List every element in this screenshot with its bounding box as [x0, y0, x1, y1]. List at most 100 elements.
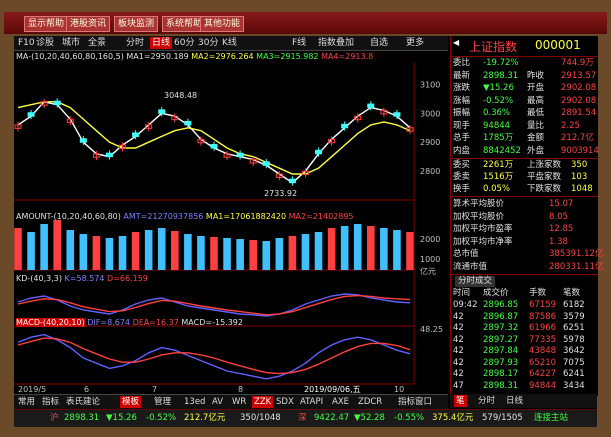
kd-legend-name: KD-(40,3,3) [16, 274, 62, 283]
sz-percent: -0.55% [394, 413, 425, 423]
tick-time: 42 [453, 334, 464, 345]
tick-time: 42 [453, 357, 464, 368]
ticks-tab[interactable]: 分时成交 [453, 276, 597, 287]
tick-volume: 67159 [529, 300, 557, 310]
tick-volume: 87586 [529, 311, 557, 322]
sh-label: 沪 [50, 413, 59, 423]
quote-key2: 最低 [527, 108, 545, 118]
sz-amount: 375.4亿元 [432, 413, 474, 423]
tab-city[interactable]: 城市 [62, 37, 80, 49]
tab-axe[interactable]: AXE [332, 396, 349, 408]
ticks-tab-label[interactable]: 分时成交 [455, 276, 496, 287]
amount-bar [340, 226, 349, 270]
ma4-value: MA4=2913.8 [321, 52, 374, 61]
tick-row: 42 2896.87 87586 3579 [453, 312, 597, 323]
quote-value: 2898.31 [483, 70, 519, 81]
dif-value: DIF=8.674 [87, 318, 131, 327]
quote-value2: 2.25 [561, 120, 580, 131]
col-price: 成交价 [483, 288, 509, 298]
toolbar: 显示帮助 港股资讯 板块监测 系统帮助 其他功能 [4, 12, 607, 34]
tab-panel-daily[interactable]: 日线 [506, 395, 523, 407]
amount-bar [380, 228, 388, 270]
tab-template[interactable]: 模板 [120, 396, 142, 408]
chevron-left-icon[interactable]: ◀ [453, 38, 459, 47]
tab-f10[interactable]: F10 [18, 37, 35, 49]
candle-body [367, 103, 375, 109]
tab-zzk[interactable]: ZZK [252, 396, 274, 408]
tab-60min[interactable]: 60分 [174, 37, 194, 49]
tab-index-overlay[interactable]: 指数叠加 [318, 37, 354, 49]
candle-body [393, 112, 401, 117]
tab-theory[interactable]: 表氏建论 [66, 396, 100, 408]
amount-bar [314, 232, 323, 270]
toolbar-button-hk[interactable]: 港股资讯 [66, 16, 111, 32]
breadth-key: 委卖 [453, 172, 471, 182]
tab-sdx[interactable]: SDX [276, 396, 294, 408]
d-value: D=66.159 [107, 274, 148, 283]
tab-13ed[interactable]: 13ed [184, 396, 205, 408]
sh-price: 2898.31 [64, 413, 100, 423]
y-tick-label: 3000 [420, 109, 440, 118]
breadth-value2: 350 [571, 160, 588, 170]
macd-legend-name[interactable]: MACD-(40,20,10) [16, 318, 85, 327]
amount-bar [236, 239, 244, 270]
amount-bar [79, 234, 88, 270]
index-name: 上证指数 [469, 40, 518, 54]
tick-row: 42 2898.17 64227 6241 [453, 369, 597, 380]
tab-more[interactable]: 更多 [406, 37, 424, 49]
tab-diagnose[interactable]: 诊股 [36, 37, 54, 49]
tab-common[interactable]: 常用 [18, 396, 35, 408]
tab-trades[interactable]: 笔 [454, 395, 467, 407]
tab-av[interactable]: AV [212, 396, 223, 408]
amt-ma2-value: MA2=21402895 [288, 212, 354, 221]
amount-bar [184, 234, 192, 270]
toolbar-button-help[interactable]: 显示帮助 [24, 16, 69, 32]
amount-bar [367, 226, 375, 270]
stat-value: 12.85 [549, 224, 574, 234]
tab-panorama[interactable]: 全景 [88, 37, 106, 49]
tick-price: 2897.32 [483, 323, 519, 333]
tick-time: 42 [453, 311, 464, 322]
amount-bar [66, 230, 75, 270]
tab-wr[interactable]: WR [232, 396, 246, 408]
breadth-row: 委买 2261万 上涨家数 350 [453, 160, 597, 171]
tab-manage[interactable]: 管理 [154, 396, 171, 408]
tab-panel-timeshare[interactable]: 分时 [478, 395, 495, 407]
toolbar-button-board[interactable]: 板块监测 [114, 16, 159, 32]
amount-bar [92, 236, 101, 270]
tab-kline[interactable]: K线 [222, 37, 237, 49]
tick-count: 7075 [563, 357, 585, 368]
price-chart[interactable]: 3100 3000 2900 2800 3048.48 2733.92 2000 1000 亿元… [14, 62, 448, 400]
tab-indicator[interactable]: F线 [292, 37, 306, 49]
amount-tick-label: 1000 [420, 255, 440, 264]
tab-atapi[interactable]: ATAPI [300, 396, 323, 408]
quote-value2: 2891.54 [561, 108, 597, 118]
tab-30min[interactable]: 30分 [198, 37, 218, 49]
amount-bar [288, 236, 297, 270]
toolbar-button-other[interactable]: 其他功能 [200, 16, 245, 32]
stat-row: 总市值 385391.12亿 [453, 249, 603, 260]
x-tick-label: 10 [394, 385, 404, 394]
divider [451, 56, 598, 57]
macd-value: MACD=-15.392 [181, 318, 243, 327]
tick-row: 42 2897.32 61966 6251 [453, 323, 597, 334]
x-tick-label: 6 [84, 385, 89, 394]
amount-bar [171, 231, 179, 270]
ma-legend: MA-(10,20,40,60,80,160,5) MA1=2950.189 M… [16, 52, 373, 62]
quote-key2: 量比 [527, 120, 545, 131]
ticks-header: 时间 成交价 手数 笔数 [453, 288, 597, 299]
tab-indicators[interactable]: 指标 [42, 396, 59, 408]
divider [451, 274, 598, 275]
candle-body [210, 144, 218, 149]
dea-value: DEA=16.37 [132, 318, 179, 327]
tab-daily[interactable]: 日线 [150, 37, 173, 49]
quote-key2: 金额 [527, 133, 545, 143]
candle-body [27, 112, 35, 117]
tab-zdcr[interactable]: ZDCR [358, 396, 382, 408]
tick-row: 09:42 2896.85 67159 6182 [453, 300, 597, 311]
connection-status[interactable]: 连接主站 [534, 413, 568, 424]
tab-indicator-window[interactable]: 指标窗口 [398, 396, 432, 408]
breadth-key2: 上涨家数 [527, 160, 562, 170]
tab-watchlist[interactable]: 自选 [370, 37, 388, 49]
tab-timeshare[interactable]: 分时 [126, 37, 144, 49]
